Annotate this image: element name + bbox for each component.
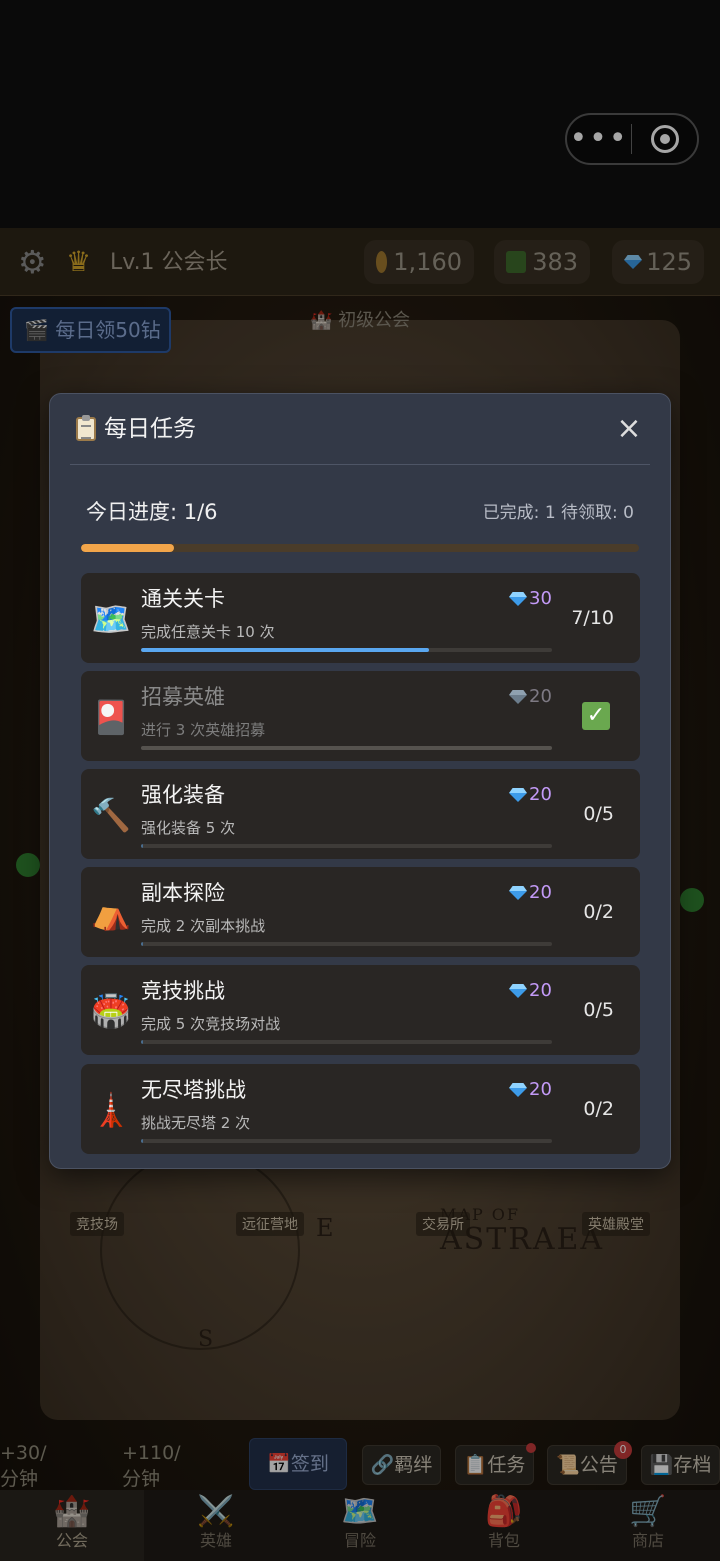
stadium-icon: 🏟️ <box>91 992 131 1030</box>
diamond-icon <box>509 592 527 606</box>
task-row[interactable]: ⛺ 副本探险完成 2 次副本挑战 20 0/2 <box>81 867 640 957</box>
task-progress-bar <box>141 844 552 848</box>
task-row[interactable]: 🔨 强化装备强化装备 5 次 20 0/5 <box>81 769 640 859</box>
diamond-icon <box>509 1083 527 1097</box>
modal-divider <box>70 464 650 465</box>
task-name: 副本探险 <box>141 881 225 905</box>
task-count: 0/2 <box>583 1098 614 1120</box>
task-row[interactable]: 🗼 无尽塔挑战挑战无尽塔 2 次 20 0/2 <box>81 1064 640 1154</box>
task-description: 强化装备 5 次 <box>141 819 236 837</box>
task-name: 竞技挑战 <box>141 979 225 1003</box>
task-reward-value: 20 <box>529 784 552 805</box>
task-row[interactable]: 🗺️ 通关关卡完成任意关卡 10 次 30 7/10 <box>81 573 640 663</box>
task-reward: 20 <box>509 685 552 709</box>
task-description: 完成任意关卡 10 次 <box>141 623 275 641</box>
modal-title: 每日任务 <box>76 414 196 444</box>
task-progress-bar <box>141 1040 552 1044</box>
daily-progress-text: 今日进度: 1/6 <box>86 500 218 524</box>
task-count: 0/5 <box>583 999 614 1021</box>
task-progress-fill <box>141 844 143 848</box>
task-description: 完成 2 次副本挑战 <box>141 917 266 935</box>
task-reward: 20 <box>509 979 552 1003</box>
tent-icon: ⛺ <box>91 894 131 932</box>
task-count: 7/10 <box>571 607 614 629</box>
diamond-icon <box>509 886 527 900</box>
checkmark-icon: ✓ <box>582 702 610 730</box>
task-progress-bar <box>141 746 552 750</box>
task-name: 强化装备 <box>141 783 225 807</box>
hero-card-icon: 🎴 <box>91 698 131 736</box>
task-name: 无尽塔挑战 <box>141 1078 246 1102</box>
task-reward: 20 <box>509 783 552 807</box>
task-progress-fill <box>141 1040 143 1044</box>
world-map-icon: 🗺️ <box>91 600 131 638</box>
task-name: 通关关卡 <box>141 587 225 611</box>
task-description: 挑战无尽塔 2 次 <box>141 1114 251 1132</box>
task-row[interactable]: 🎴 招募英雄进行 3 次英雄招募 20 ✓ <box>81 671 640 761</box>
task-reward-value: 30 <box>529 588 552 609</box>
task-description: 进行 3 次英雄招募 <box>141 721 266 739</box>
task-reward: 20 <box>509 1078 552 1102</box>
diamond-icon <box>509 984 527 998</box>
clipboard-icon <box>76 415 96 441</box>
task-count: 0/5 <box>583 803 614 825</box>
task-description: 完成 5 次竞技场对战 <box>141 1015 281 1033</box>
diamond-icon <box>509 788 527 802</box>
close-button[interactable]: × <box>614 414 644 444</box>
task-progress-bar <box>141 1139 552 1143</box>
task-reward-value: 20 <box>529 686 552 707</box>
task-reward: 30 <box>509 587 552 611</box>
task-row[interactable]: 🏟️ 竞技挑战完成 5 次竞技场对战 20 0/5 <box>81 965 640 1055</box>
task-name: 招募英雄 <box>141 685 225 709</box>
task-progress-fill <box>141 648 429 652</box>
modal-title-text: 每日任务 <box>104 416 196 442</box>
task-progress-fill <box>141 1139 143 1143</box>
task-reward-value: 20 <box>529 1079 552 1100</box>
task-progress-fill <box>141 942 143 946</box>
task-reward-value: 20 <box>529 980 552 1001</box>
task-progress-bar <box>141 942 552 946</box>
task-progress-bar <box>141 648 552 652</box>
daily-progress-bar <box>81 544 639 552</box>
hammer-icon: 🔨 <box>91 796 131 834</box>
daily-tasks-modal: 每日任务 × 今日进度: 1/6 已完成: 1 待领取: 0 🗺️ 通关关卡完成任… <box>49 393 671 1169</box>
daily-stats-text: 已完成: 1 待领取: 0 <box>482 503 634 523</box>
daily-progress-fill <box>81 544 175 552</box>
diamond-icon <box>509 690 527 704</box>
task-count: 0/2 <box>583 901 614 923</box>
tower-icon: 🗼 <box>91 1091 131 1129</box>
task-reward: 20 <box>509 881 552 905</box>
task-reward-value: 20 <box>529 882 552 903</box>
